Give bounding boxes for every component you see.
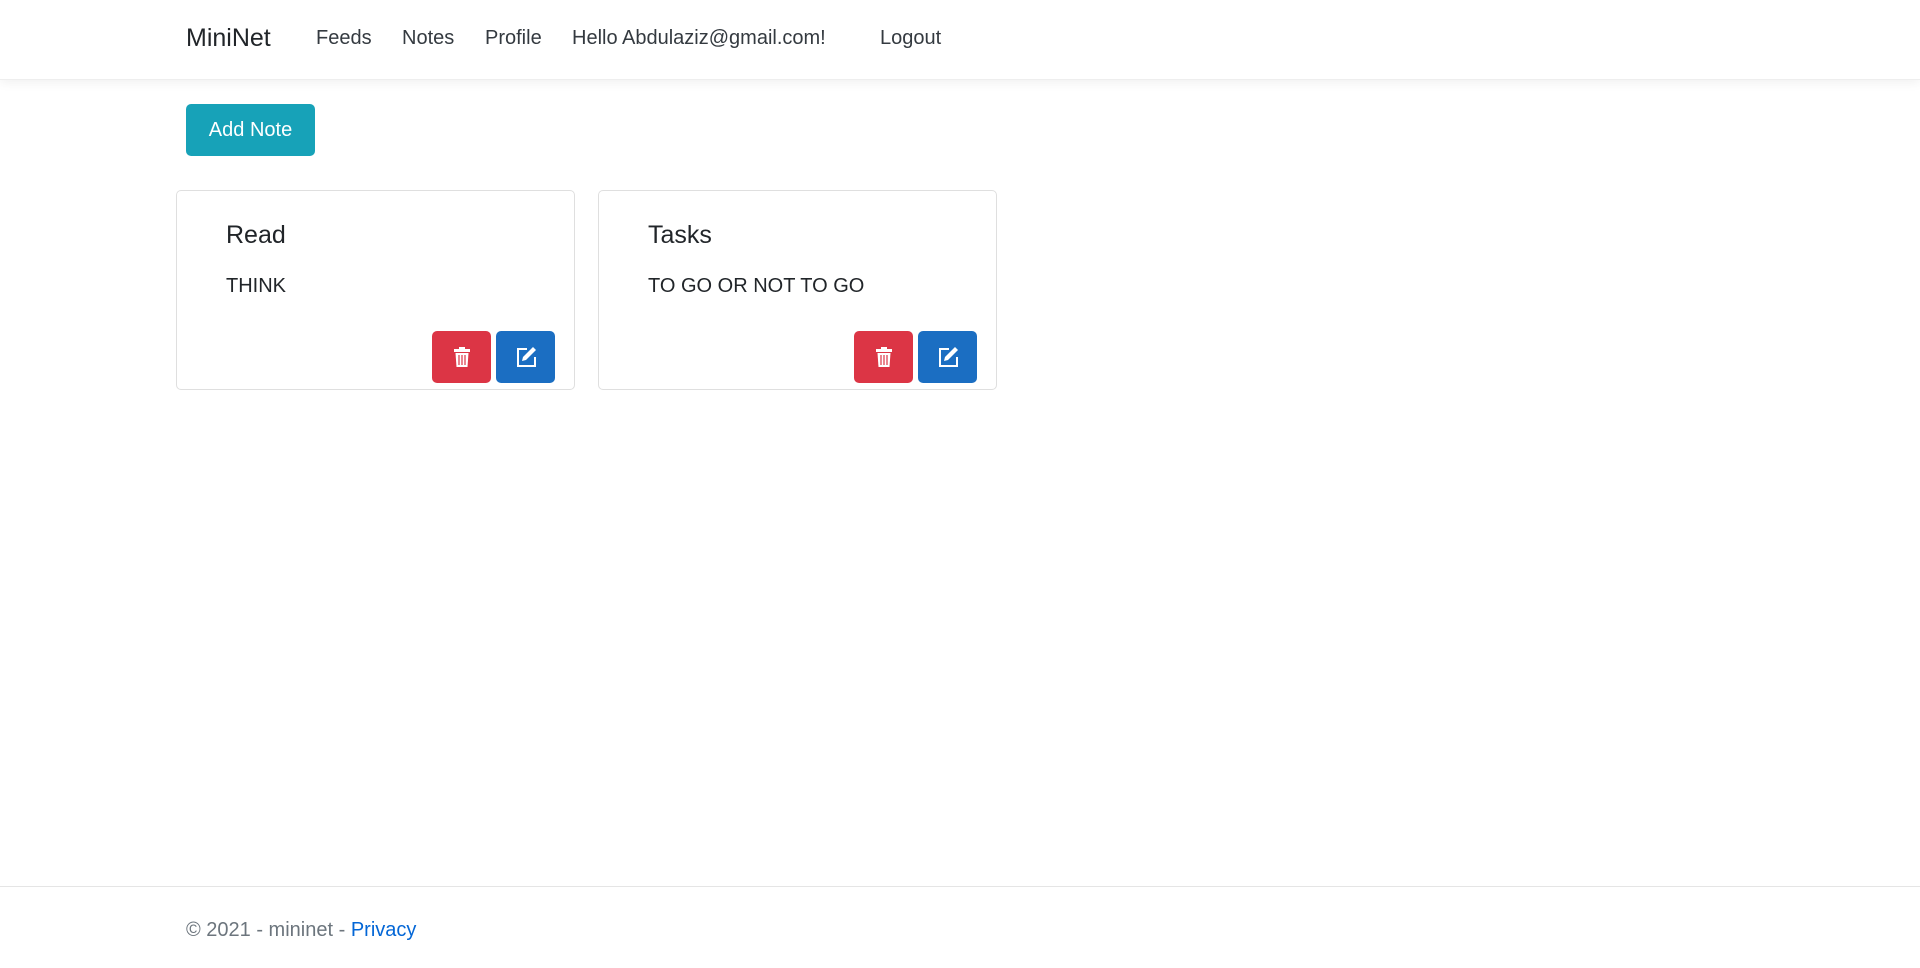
brand-link[interactable]: MiniNet: [186, 24, 271, 53]
note-card: Tasks TO GO OR NOT TO GO: [598, 190, 997, 390]
edit-note-button[interactable]: [918, 331, 977, 383]
footer: © 2021 - mininet - Privacy: [0, 886, 1920, 968]
privacy-link[interactable]: Privacy: [351, 919, 417, 941]
edit-note-button[interactable]: [496, 331, 555, 383]
nav-hello-user[interactable]: Hello Abdulaziz@gmail.com!: [572, 27, 826, 50]
note-title: Tasks: [648, 221, 712, 249]
trash-icon: [453, 347, 470, 367]
add-note-button[interactable]: Add Note: [186, 104, 315, 156]
nav-profile[interactable]: Profile: [485, 27, 542, 50]
trash-icon: [875, 347, 892, 367]
nav-logout[interactable]: Logout: [880, 27, 941, 50]
note-text: THINK: [226, 275, 286, 297]
edit-icon: [938, 347, 958, 367]
nav-notes[interactable]: Notes: [402, 27, 454, 50]
delete-note-button[interactable]: [432, 331, 491, 383]
delete-note-button[interactable]: [854, 331, 913, 383]
note-title: Read: [226, 221, 286, 249]
navbar: MiniNet Feeds Notes Profile Hello Abdula…: [0, 0, 1920, 80]
note-card: Read THINK: [176, 190, 575, 390]
note-text: TO GO OR NOT TO GO: [648, 275, 865, 297]
edit-icon: [516, 347, 536, 367]
nav-feeds[interactable]: Feeds: [316, 27, 372, 50]
footer-copyright: © 2021 - mininet -: [186, 919, 351, 941]
